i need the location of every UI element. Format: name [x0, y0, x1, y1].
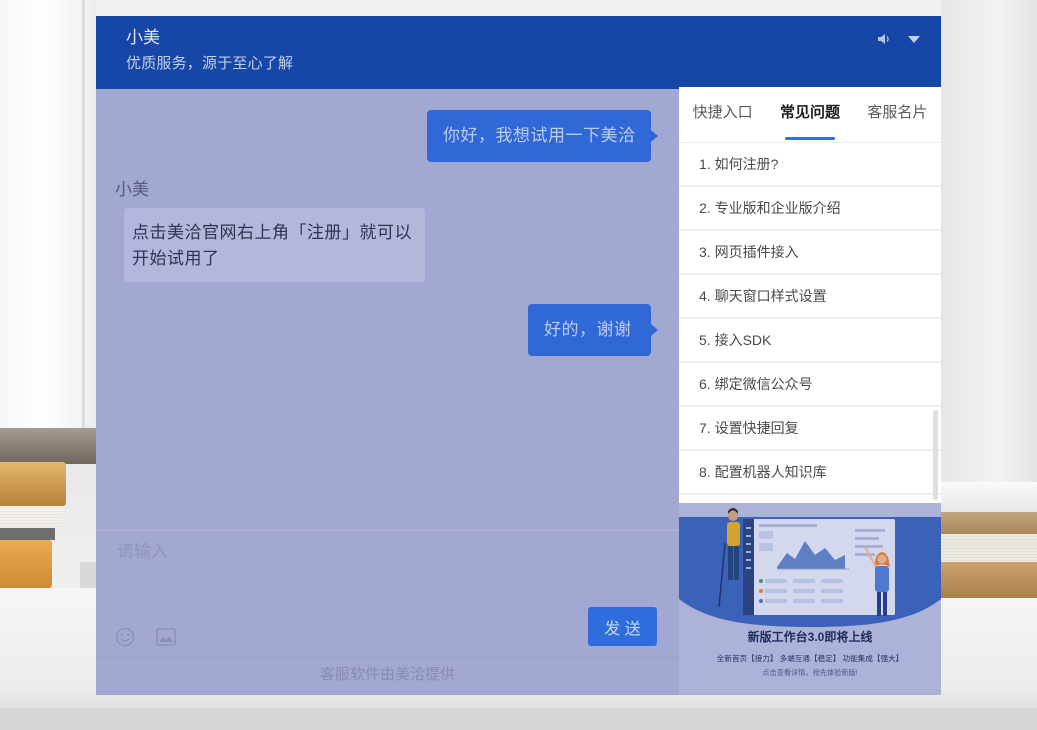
header-subtitle: 优质服务，源于至心了解 [126, 55, 294, 72]
faq-item[interactable]: 6. 绑定微信公众号 [679, 363, 941, 407]
background-book [941, 482, 1037, 512]
tab-label: 快捷入口 [692, 104, 753, 121]
faq-list: 1. 如何注册? 2. 专业版和企业版介绍 3. 网页插件接入 4. 聊天窗口样… [679, 143, 941, 503]
banner-features: 全新首页【接力】 多端互通【稳定】 功能集成【强大】 [717, 653, 903, 663]
message-text: 好的，谢谢 [544, 320, 632, 339]
faq-scrollbar[interactable] [933, 410, 938, 500]
background-window-frame [82, 0, 85, 430]
agent-message: 点击美洽官网右上角「注册」就可以 开始试用了 [124, 208, 425, 282]
tab-agent-card[interactable]: 客服名片 [854, 87, 941, 142]
tab-active-indicator [784, 137, 835, 140]
background-book [0, 506, 62, 528]
background-table-edge [0, 708, 1037, 730]
tab-label: 客服名片 [867, 104, 928, 121]
faq-item[interactable]: 5. 接入SDK [679, 319, 941, 363]
faq-item[interactable]: 7. 设置快捷回复 [679, 407, 941, 451]
tab-label: 常见问题 [779, 104, 840, 121]
promo-banner[interactable]: 新版工作台3.0即将上线 全新首页【接力】 多端互通【稳定】 功能集成【强大】 … [679, 503, 941, 695]
banner-title: 新版工作台3.0即将上线 [748, 629, 873, 644]
faq-item[interactable]: 2. 专业版和企业版介绍 [679, 187, 941, 231]
visitor-message: 好的，谢谢 [528, 304, 658, 356]
tab-faq[interactable]: 常见问题 [766, 87, 853, 142]
bubble-tail [651, 324, 658, 336]
bubble-tail [651, 130, 658, 142]
chevron-down-icon[interactable] [908, 36, 920, 43]
image-icon[interactable] [156, 628, 176, 646]
background-shelf [0, 428, 96, 464]
faq-item[interactable]: 8. 配置机器人知识库 [679, 451, 941, 495]
side-panel: 快捷入口 常见问题 客服名片 1. 如何注册? 2. 专业版和企业版介绍 3. … [679, 87, 941, 503]
composer-divider [96, 530, 679, 531]
background-book [941, 512, 1037, 534]
powered-by-footer: 客服软件由美洽提供 [319, 666, 455, 683]
send-button[interactable]: 发 送 [588, 607, 657, 646]
smile-icon[interactable] [115, 627, 135, 647]
background-book [941, 534, 1037, 562]
message-line: 点击美洽官网右上角「注册」就可以 [132, 223, 412, 242]
faq-item[interactable]: 1. 如何注册? [679, 143, 941, 187]
message-text: 你好，我想试用一下美洽 [443, 126, 636, 145]
faq-item[interactable]: 3. 网页插件接入 [679, 231, 941, 275]
background-book [0, 462, 66, 506]
banner-illustration: 新版工作台3.0即将上线 全新首页【接力】 多端互通【稳定】 功能集成【强大】 … [679, 503, 941, 695]
speaker-icon[interactable] [877, 33, 891, 45]
side-panel-tabs: 快捷入口 常见问题 客服名片 [679, 87, 941, 143]
chat-widget: 小美 优质服务，源于至心了解 你好，我想试用一下美洽 小美 点击美洽官网右上角「… [96, 16, 941, 695]
agent-name: 小美 [126, 28, 160, 47]
background-wall [941, 0, 1037, 482]
background-book [0, 540, 52, 588]
background-book [941, 562, 1037, 598]
chat-header: 小美 优质服务，源于至心了解 [96, 16, 941, 89]
chat-area: 你好，我想试用一下美洽 小美 点击美洽官网右上角「注册」就可以 开始试用了 好的… [96, 89, 679, 695]
tab-quick-entry[interactable]: 快捷入口 [679, 87, 766, 142]
footer-divider [96, 657, 679, 658]
message-line: 开始试用了 [132, 249, 220, 268]
agent-sender-label: 小美 [115, 180, 149, 199]
visitor-message: 你好，我想试用一下美洽 [427, 110, 658, 162]
message-input[interactable] [117, 541, 567, 585]
background-book [0, 528, 55, 540]
faq-item[interactable]: 4. 聊天窗口样式设置 [679, 275, 941, 319]
banner-cta: 点击查看详情，抢先体验新版! [762, 668, 857, 677]
